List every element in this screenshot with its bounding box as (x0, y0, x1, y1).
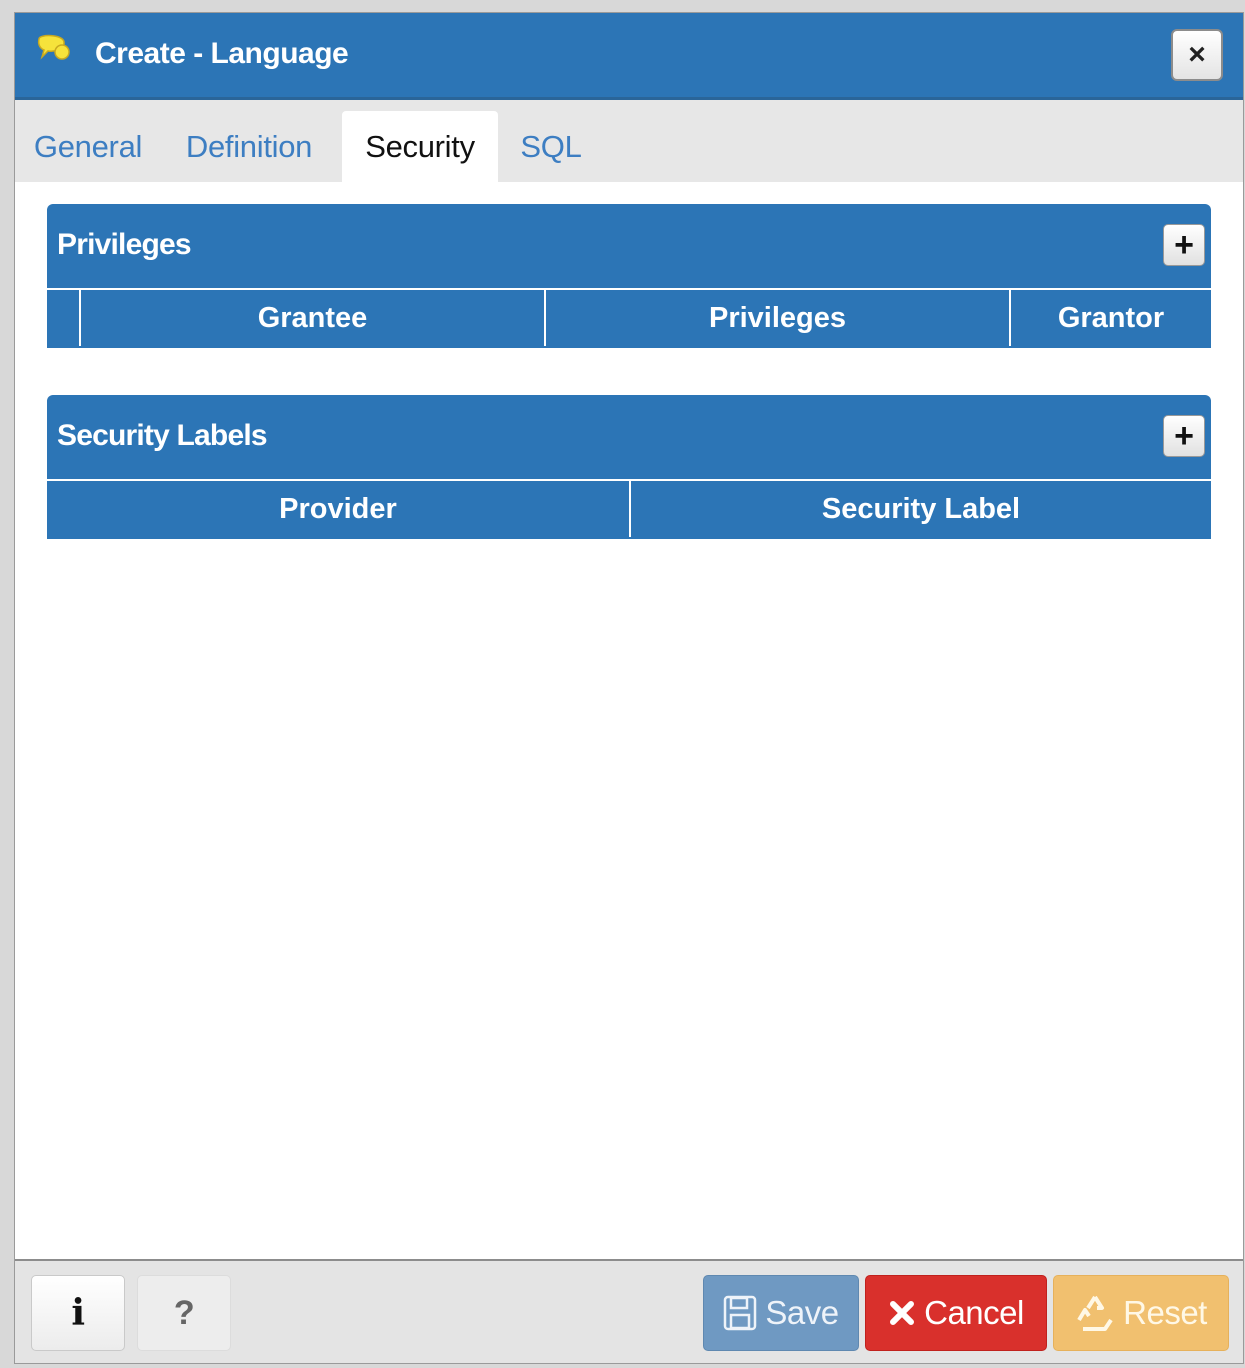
tab-general[interactable]: General (23, 111, 153, 182)
close-icon: × (1188, 38, 1206, 71)
security-labels-panel-title: Security Labels (57, 419, 268, 452)
plus-icon: + (1174, 417, 1194, 455)
cancel-label: Cancel (924, 1294, 1024, 1331)
cancel-button[interactable]: Cancel (865, 1275, 1047, 1351)
language-speech-bubble-icon (33, 31, 73, 71)
tab-sql[interactable]: SQL (513, 111, 589, 182)
column-header-provider[interactable]: Provider (47, 481, 629, 537)
privileges-table-header: Grantee Privileges Grantor (47, 288, 1211, 348)
recycle-icon (1075, 1294, 1115, 1332)
tab-definition[interactable]: Definition (175, 111, 323, 182)
reset-label: Reset (1123, 1294, 1207, 1331)
column-header-privileges[interactable]: Privileges (544, 290, 1009, 346)
add-privilege-button[interactable]: + (1163, 224, 1205, 266)
privileges-panel-title: Privileges (57, 228, 192, 261)
save-button[interactable]: Save (703, 1275, 859, 1351)
reset-button[interactable]: Reset (1053, 1275, 1229, 1351)
close-x-icon (888, 1299, 916, 1327)
column-header-grantor[interactable]: Grantor (1009, 290, 1211, 346)
column-header-grantee[interactable]: Grantee (79, 290, 544, 346)
help-icon: ? (173, 1293, 195, 1332)
plus-icon: + (1174, 226, 1194, 264)
info-button[interactable]: i (31, 1275, 125, 1351)
create-language-dialog: Create - Language × General Definition S… (14, 12, 1244, 1364)
tab-bar: General Definition Security SQL (15, 100, 1243, 182)
security-labels-panel: Security Labels + Provider Security Labe… (47, 395, 1211, 539)
save-label: Save (765, 1294, 839, 1331)
add-security-label-button[interactable]: + (1163, 415, 1205, 457)
floppy-disk-icon (723, 1295, 757, 1331)
row-action-column-header (47, 290, 79, 346)
tab-security[interactable]: Security (342, 111, 498, 182)
info-icon: i (71, 1292, 85, 1334)
security-labels-table-header: Provider Security Label (47, 479, 1211, 539)
privileges-panel: Privileges + Grantee Privileges Grantor (47, 204, 1211, 348)
column-header-security-label[interactable]: Security Label (629, 481, 1211, 537)
dialog-titlebar: Create - Language × (15, 13, 1243, 100)
dialog-footer: i ? Save Cancel Reset (15, 1259, 1243, 1363)
help-button[interactable]: ? (137, 1275, 231, 1351)
close-button[interactable]: × (1171, 29, 1223, 81)
dialog-title: Create - Language (95, 37, 349, 70)
